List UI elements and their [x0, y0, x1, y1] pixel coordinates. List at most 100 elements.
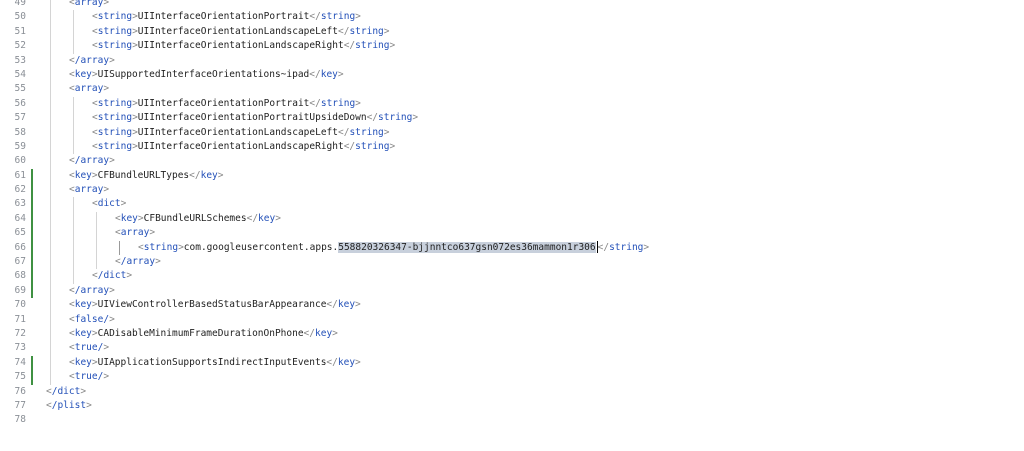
code-line[interactable]: 62 <array> — [0, 183, 1024, 198]
line-content: <true/> — [69, 370, 109, 384]
tag-bracket: </ — [343, 140, 356, 152]
indent-guide — [50, 139, 51, 155]
indent-guide — [73, 240, 74, 256]
tag-bracket: </ — [326, 299, 338, 311]
code-editor[interactable]: 49 <array> 50 <string>UIInterfaceOrientatio… — [0, 0, 1024, 451]
line-content: <key>CADisableMinimumFrameDurationOnPhon… — [69, 327, 338, 341]
xml-closing-tag-name: string — [355, 40, 390, 52]
xml-tag-name: key — [120, 212, 138, 224]
line-number: 50 — [14, 11, 26, 23]
line-content: <string>UIInterfaceOrientationLandscapeL… — [92, 126, 390, 140]
code-line[interactable]: 70 <key>UIViewControllerBasedStatusBarApp… — [0, 298, 1024, 313]
code-line[interactable]: 49 <array> — [0, 0, 1024, 11]
line-content: <array> — [115, 226, 155, 240]
indent-guide — [50, 125, 51, 140]
tag-bracket: > — [355, 299, 361, 311]
code-line[interactable]: 58 <string>UIInterfaceOrientationLandscap… — [0, 125, 1024, 140]
xml-tag-name: array — [74, 0, 104, 8]
modified-line-marker — [31, 283, 33, 299]
code-line[interactable]: 65 <array> — [0, 226, 1024, 241]
code-lines[interactable]: 49 <array> 50 <string>UIInterfaceOrientatio… — [0, 0, 1024, 428]
xml-tag-name: dict — [97, 198, 121, 210]
indent-guide — [73, 39, 74, 54]
code-line[interactable]: 75 <true/> — [0, 370, 1024, 385]
code-line[interactable]: 64 <key>CFBundleURLSchemes</key> — [0, 211, 1024, 227]
code-line[interactable]: 76 </dict> — [0, 385, 1024, 399]
selected-text[interactable]: 558820326347-bjjnntco637gsn072es36mammon… — [338, 241, 596, 253]
line-number: 68 — [14, 270, 26, 282]
code-line[interactable]: 54 <key>UISupportedInterfaceOrientations~… — [0, 67, 1024, 83]
element-value: UIInterfaceOrientationPortrait — [137, 97, 310, 109]
tag-bracket: > — [109, 284, 115, 296]
tag-bracket: > — [103, 83, 110, 95]
code-line[interactable]: 72 <key>CADisableMinimumFrameDurationOnPh… — [0, 326, 1024, 342]
xml-tag-name: /array — [120, 256, 156, 268]
modified-line-marker — [31, 355, 33, 371]
tag-bracket: > — [332, 327, 338, 339]
code-line[interactable]: 66 <string>com.googleusercontent.apps.558… — [0, 240, 1024, 256]
tag-bracket: > — [103, 342, 110, 354]
code-line[interactable]: 67 </array> — [0, 255, 1024, 270]
code-line[interactable]: 74 <key>UIApplicationSupportsIndirectInpu… — [0, 355, 1024, 371]
code-line[interactable]: 56 <string>UIInterfaceOrientationPortrait… — [0, 96, 1024, 112]
xml-tag-name: key — [74, 68, 92, 80]
code-line[interactable]: 78 — [0, 413, 1024, 427]
xml-tag-name: /dict — [97, 270, 127, 282]
indent-guide — [50, 255, 51, 270]
indent-guide — [73, 226, 74, 241]
tag-bracket: </ — [309, 68, 321, 80]
line-content: <string>UIInterfaceOrientationPortrait</… — [92, 10, 361, 24]
code-line[interactable]: 68 </dict> — [0, 269, 1024, 284]
code-line[interactable]: 55 <array> — [0, 82, 1024, 97]
code-line[interactable]: 57 <string>UIInterfaceOrientationPortrait… — [0, 111, 1024, 126]
tag-bracket: </ — [597, 241, 610, 253]
line-content: <string>UIInterfaceOrientationLandscapeR… — [92, 39, 395, 53]
line-content: </array> — [69, 54, 115, 68]
tag-bracket: > — [643, 241, 650, 253]
tag-bracket: </ — [326, 356, 338, 368]
code-line[interactable]: 71 <false/> — [0, 312, 1024, 327]
indent-guide — [50, 39, 51, 54]
modified-line-marker — [31, 183, 33, 198]
indent-guide — [50, 211, 51, 227]
line-number: 67 — [14, 256, 26, 268]
indent-guide — [73, 111, 74, 126]
tag-bracket: </ — [246, 212, 259, 224]
line-number: 64 — [14, 212, 26, 224]
code-line[interactable]: 52 <string>UIInterfaceOrientationLandscap… — [0, 39, 1024, 54]
line-number: 66 — [14, 241, 26, 253]
line-number: 74 — [14, 356, 26, 368]
xml-closing-tag-name: string — [349, 126, 384, 138]
code-line[interactable]: 63 <dict> — [0, 197, 1024, 212]
indent-guide — [50, 370, 51, 385]
xml-tag-name: /dict — [51, 385, 81, 397]
tag-bracket: > — [149, 227, 156, 239]
line-number: 69 — [14, 284, 26, 296]
line-number: 71 — [14, 313, 26, 325]
line-content: <key>UISupportedInterfaceOrientations~ip… — [69, 68, 344, 82]
code-line[interactable]: 59 <string>UIInterfaceOrientationLandscap… — [0, 139, 1024, 155]
code-line[interactable]: 61 <key>CFBundleURLTypes</key> — [0, 168, 1024, 184]
code-line[interactable]: 73 <true/> — [0, 341, 1024, 356]
code-line[interactable]: 51 <string>UIInterfaceOrientationLandscap… — [0, 24, 1024, 40]
tag-bracket: </ — [343, 40, 356, 52]
code-line[interactable]: 50 <string>UIInterfaceOrientationPortrait… — [0, 10, 1024, 25]
modified-line-marker — [31, 211, 33, 227]
line-content: <array> — [69, 0, 109, 10]
code-line[interactable]: 60 </array> — [0, 154, 1024, 169]
indent-guide — [50, 240, 51, 256]
indent-guide — [50, 53, 51, 68]
xml-closing-tag-name: string — [378, 112, 413, 124]
line-number: 60 — [14, 155, 26, 167]
xml-tag-name: /array — [74, 155, 110, 167]
xml-closing-tag-name: key — [258, 212, 276, 224]
code-line[interactable]: 69 </array> — [0, 283, 1024, 299]
indent-guide — [50, 298, 51, 313]
code-line[interactable]: 53 </array> — [0, 53, 1024, 68]
line-content: </dict> — [92, 269, 132, 283]
code-line[interactable]: 77 </plist> — [0, 399, 1024, 413]
indent-guide — [50, 269, 51, 284]
tag-bracket: > — [389, 40, 396, 52]
indent-guide — [73, 24, 74, 40]
indent-guide — [96, 226, 97, 241]
